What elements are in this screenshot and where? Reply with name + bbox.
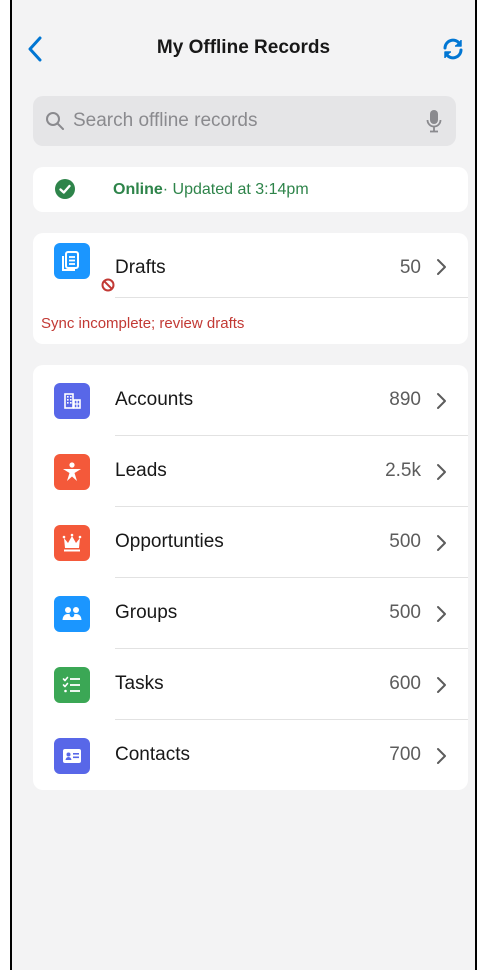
list-item-count: 2.5k [385,460,421,481]
lead-icon [54,454,90,490]
groups-icon [54,596,90,632]
connection-status: Online · Updated at 3:14pm [33,167,468,212]
chevron-right-icon [436,604,448,624]
header: My Offline Records [12,0,475,95]
chevron-right-icon [436,462,448,482]
list-item-opportunities[interactable]: Opportunties 500 [33,507,468,578]
list-item-groups[interactable]: Groups 500 [33,578,468,649]
list-item-count: 890 [389,389,421,410]
drafts-row[interactable]: Drafts 50 [33,233,468,297]
search-icon [45,111,65,131]
check-circle-icon [55,179,75,199]
list-item-tasks[interactable]: Tasks 600 [33,649,468,720]
drafts-count: 50 [399,257,421,278]
search-input[interactable] [71,109,426,133]
list-item-label: Groups [115,602,178,623]
list-item-count: 500 [389,531,421,552]
records-list: Accounts 890 Leads 2.5k Opportunties 500… [33,365,468,790]
microphone-icon[interactable] [426,109,442,133]
sync-warning: Sync incomplete; review drafts [41,315,245,332]
opportunity-icon [54,525,90,561]
task-icon [54,667,90,703]
page-title: My Offline Records [156,37,331,58]
blocked-icon [100,277,116,293]
chevron-right-icon [436,746,448,766]
list-item-count: 500 [389,602,421,623]
refresh-button[interactable] [439,34,467,64]
chevron-right-icon [436,675,448,695]
status-state: Online [113,180,163,198]
app-frame: My Offline Records Search offline record… [10,0,477,970]
list-item-leads[interactable]: Leads 2.5k [33,436,468,507]
account-icon [54,383,90,419]
contact-icon [54,738,90,774]
list-item-count: 700 [389,744,421,765]
list-item-label: Contacts [115,744,190,765]
status-detail: · Updated at 3:14pm [162,180,309,198]
drafts-label: Drafts [115,257,166,278]
divider [115,297,468,298]
list-item-label: Leads [115,460,167,481]
sync-icon [443,38,463,60]
list-item-label: Accounts [115,389,194,410]
list-item-accounts[interactable]: Accounts 890 [33,365,468,436]
list-item-contacts[interactable]: Contacts 700 [33,720,468,790]
list-item-label: Opportunties [115,531,224,552]
list-item-label: Tasks [115,673,164,694]
search-bar[interactable] [33,96,456,146]
drafts-icon [54,243,116,293]
drafts-card: Drafts 50 Sync incomplete; review drafts [33,233,468,344]
chevron-right-icon [436,257,448,277]
chevron-right-icon [436,533,448,553]
chevron-right-icon [436,391,448,411]
list-item-count: 600 [389,673,421,694]
